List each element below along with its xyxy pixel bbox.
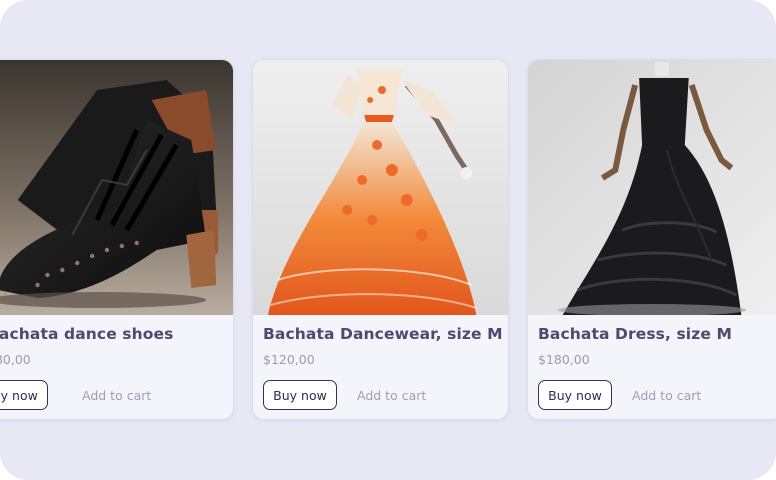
product-image-shoes[interactable]: [0, 60, 233, 315]
product-price: $80,00: [0, 352, 31, 367]
product-price: $120,00: [263, 352, 315, 367]
add-to-cart-button[interactable]: Add to cart: [357, 380, 426, 410]
buy-now-button[interactable]: Buy now: [538, 380, 612, 410]
buy-now-button[interactable]: Buy now: [0, 380, 48, 410]
product-image-dancewear[interactable]: [253, 60, 508, 315]
product-title: Bachata dance shoes: [0, 325, 174, 343]
product-price: $180,00: [538, 352, 590, 367]
product-card-dancewear[interactable]: Bachata Dancewear, size M $120,00 Buy no…: [252, 59, 509, 420]
add-to-cart-button[interactable]: Add to cart: [82, 380, 151, 410]
add-to-cart-button[interactable]: Add to cart: [632, 380, 701, 410]
product-carousel: Bachata dance shoes $80,00 Buy now Add t…: [0, 0, 776, 480]
product-title: Bachata Dancewear, size M: [263, 325, 503, 343]
product-image-dress[interactable]: [528, 60, 776, 315]
buy-now-button[interactable]: Buy now: [263, 380, 337, 410]
product-card-dress[interactable]: Bachata Dress, size M $180,00 Buy now Ad…: [527, 59, 776, 420]
product-card-shoes[interactable]: Bachata dance shoes $80,00 Buy now Add t…: [0, 59, 234, 420]
product-title: Bachata Dress, size M: [538, 325, 732, 343]
